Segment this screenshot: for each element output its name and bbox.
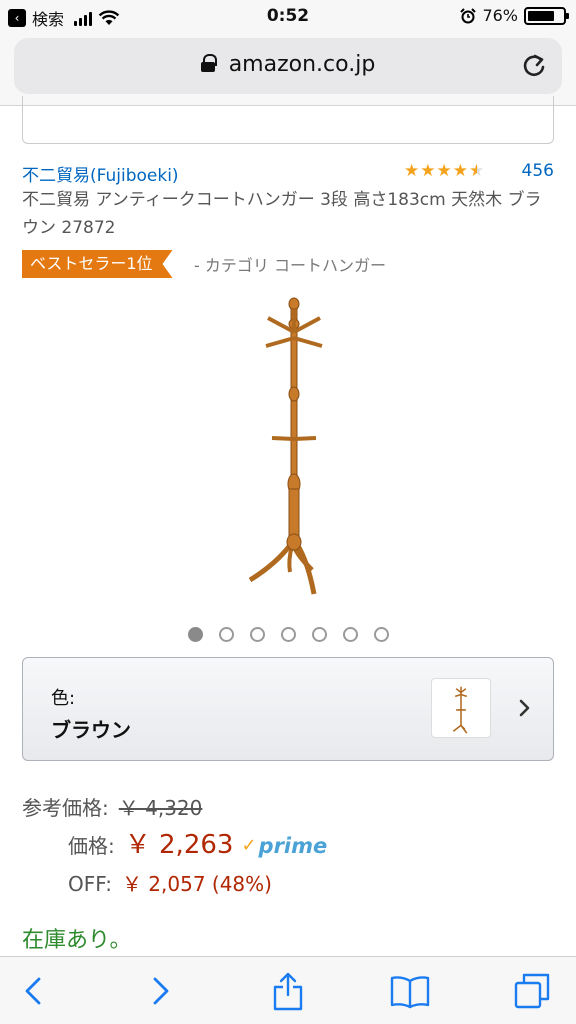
carousel-dot[interactable] xyxy=(280,627,296,642)
prime-badge: ✓ prime xyxy=(241,834,327,858)
url-text: amazon.co.jp xyxy=(228,52,376,77)
list-price: ￥ 4,320 xyxy=(118,796,203,820)
battery-icon xyxy=(524,6,569,25)
color-thumbnail xyxy=(431,678,491,738)
status-right: 76% xyxy=(460,6,569,25)
product-image[interactable] xyxy=(236,294,340,604)
image-carousel-dots xyxy=(0,627,576,642)
off-row: OFF: ￥ 2,057 (48%) xyxy=(68,868,272,897)
off-label: OFF: xyxy=(68,872,112,896)
battery-fill xyxy=(528,10,554,21)
back-icon[interactable] xyxy=(14,971,54,1011)
share-icon[interactable] xyxy=(268,971,308,1011)
prime-label: prime xyxy=(258,833,328,858)
color-label: 色: xyxy=(51,688,76,709)
status-bar: ‹ 検索 0:52 76% xyxy=(0,0,576,34)
rating-count-link[interactable]: 456 xyxy=(522,161,554,181)
address-bar-text-wrap: amazon.co.jp xyxy=(14,52,562,77)
list-price-row: 参考価格: ￥ 4,320 xyxy=(22,792,202,821)
bookmarks-icon[interactable] xyxy=(390,971,430,1011)
star-icon: ★ xyxy=(420,161,436,181)
safari-bottom-toolbar xyxy=(0,956,576,1024)
carousel-dot[interactable] xyxy=(373,627,389,642)
color-value: ブラウン xyxy=(51,718,131,742)
half-star-icon: ★ xyxy=(469,161,485,181)
chevron-right-icon xyxy=(519,699,530,717)
carousel-dot[interactable] xyxy=(218,627,234,642)
tabs-icon[interactable] xyxy=(512,971,552,1011)
carousel-dot[interactable] xyxy=(342,627,358,642)
badge-category[interactable]: - カテゴリ コートハンガー xyxy=(194,252,386,276)
battery-percent: 76% xyxy=(482,6,518,25)
star-icon: ★ xyxy=(436,161,452,181)
carousel-dot[interactable] xyxy=(187,627,203,642)
price-label: 価格: xyxy=(68,834,115,858)
forward-icon[interactable] xyxy=(140,971,180,1011)
address-bar[interactable]: amazon.co.jp xyxy=(14,38,562,94)
previous-section-box xyxy=(22,96,554,144)
availability-status: 在庫あり。 xyxy=(22,928,132,953)
price-row: 価格: ￥ 2,263 ✓ prime xyxy=(68,824,327,861)
sale-price: ￥ 2,263 xyxy=(124,830,234,860)
prime-check-icon: ✓ xyxy=(241,835,257,856)
color-selector[interactable]: 色: ブラウン xyxy=(22,657,554,761)
reload-icon[interactable] xyxy=(520,52,548,80)
lock-icon xyxy=(200,54,217,72)
carousel-dot[interactable] xyxy=(249,627,265,642)
star-icon: ★ xyxy=(404,161,420,181)
carousel-dot[interactable] xyxy=(311,627,327,642)
star-icon: ★ xyxy=(452,161,468,181)
bestseller-badge[interactable]: ベストセラー1位 xyxy=(22,250,173,278)
rating-stars[interactable]: ★ ★ ★ ★ ★ xyxy=(404,161,484,181)
product-title: 不二貿易 アンティークコートハンガー 3段 高さ183cm 天然木 ブラウン 2… xyxy=(22,190,542,238)
off-value: ￥ 2,057 (48%) xyxy=(121,872,272,896)
brand-link[interactable]: 不二貿易(Fujiboeki) xyxy=(22,161,179,186)
list-price-label: 参考価格: xyxy=(22,796,109,820)
alarm-icon xyxy=(460,7,477,23)
